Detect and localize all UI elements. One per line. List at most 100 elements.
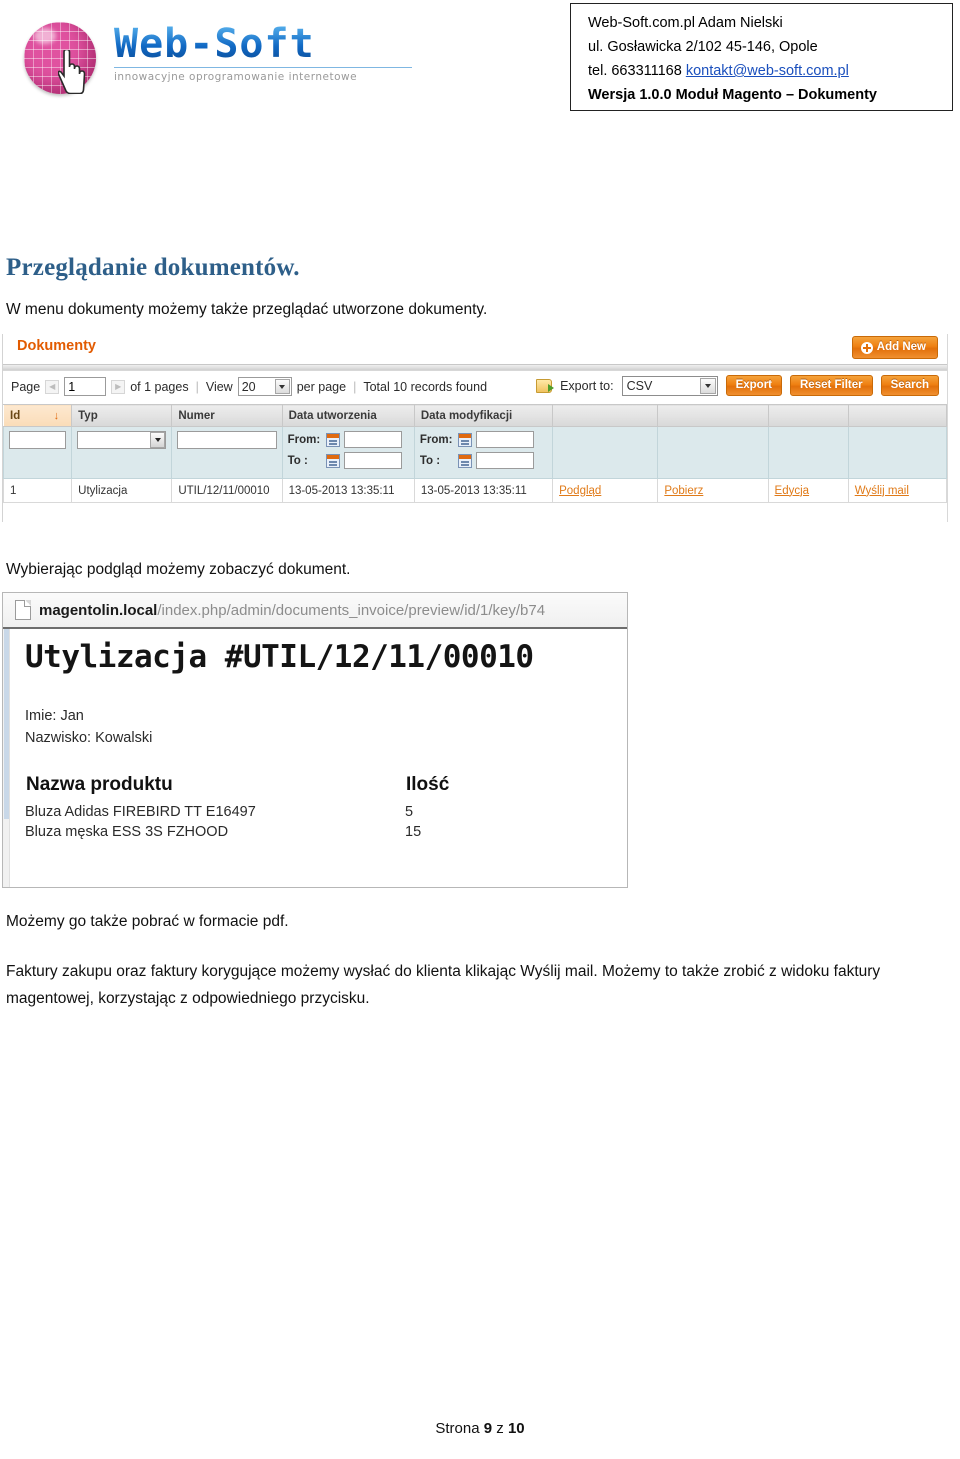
- link-edycja[interactable]: Edycja: [775, 485, 810, 497]
- column-header-data-utworzenia[interactable]: Data utworzenia: [281, 404, 415, 427]
- column-header-action-2: [657, 404, 769, 427]
- address-line-company: Web-Soft.com.pl Adam Nielski: [588, 15, 783, 31]
- export-to-label: Export to:: [560, 378, 614, 393]
- filter-cell-action-1: [552, 426, 659, 479]
- export-format-value: CSV: [626, 378, 653, 393]
- toolbar-divider-1: |: [195, 379, 199, 394]
- page-document-icon: [15, 600, 31, 620]
- filter-cell-data-utworzenia: From: To :: [281, 426, 415, 479]
- url-text[interactable]: magentolin.local/index.php/admin/documen…: [39, 602, 545, 619]
- phone-text: tel. 663311168: [588, 63, 686, 79]
- product-name: Bluza Adidas FIREBIRD TT E16497: [25, 804, 256, 820]
- preview-caption-paragraph: Wybierając podgląd możemy zobaczyć dokum…: [6, 561, 351, 578]
- add-new-button[interactable]: Add New: [851, 336, 938, 359]
- column-header-numer[interactable]: Numer: [171, 404, 283, 427]
- cell-action-edit: Edycja: [767, 478, 849, 503]
- logo-tagline: innowacyjne oprogramowanie internetowe: [114, 71, 358, 83]
- column-header-typ[interactable]: Typ: [71, 404, 173, 427]
- toolbar-divider-2: |: [353, 379, 357, 394]
- page-footer: Strona 9 z 10: [0, 1420, 960, 1437]
- filter-input-created-from[interactable]: [343, 431, 402, 448]
- footer-middle: z: [492, 1420, 508, 1437]
- link-podglad[interactable]: Podgląd: [559, 485, 601, 497]
- per-page-select[interactable]: 20: [237, 377, 292, 396]
- grid-filter-row: From: To : From: To:: [3, 426, 947, 479]
- preview-products-header-row: Nazwa produktu Ilość: [25, 773, 585, 802]
- filter-modified-to: To :: [420, 452, 547, 469]
- per-page-label: per page: [296, 379, 347, 394]
- filter-input-modified-to[interactable]: [475, 452, 534, 469]
- footer-total-pages: 10: [507, 1420, 525, 1437]
- filter-input-created-to[interactable]: [343, 452, 402, 469]
- per-page-value: 20: [241, 379, 256, 394]
- grid-separator: [3, 364, 947, 371]
- address-line-contact: tel. 663311168 kontakt@web-soft.com.pl: [588, 59, 952, 83]
- filter-cell-action-3: [767, 426, 849, 479]
- product-qty: 15: [405, 824, 422, 840]
- tail-paragraph: Faktury zakupu oraz faktury korygujące m…: [6, 963, 881, 1007]
- filter-input-modified-from[interactable]: [475, 431, 534, 448]
- page-number-input[interactable]: [64, 377, 107, 396]
- address-line-street: ul. Gosławicka 2/102 45-146, Opole: [588, 39, 818, 55]
- filter-input-id[interactable]: [9, 431, 67, 449]
- table-row[interactable]: 1 Utylizacja UTIL/12/11/00010 13-05-2013…: [3, 478, 947, 503]
- calendar-icon[interactable]: [457, 432, 472, 447]
- logo-divider: [114, 67, 412, 68]
- calendar-icon[interactable]: [325, 453, 340, 468]
- reset-filter-button[interactable]: Reset Filter: [790, 375, 873, 396]
- chevron-down-icon: [150, 432, 166, 448]
- preview-body: Utylizacja #UTIL/12/11/00010 Imie: Jan N…: [3, 629, 627, 887]
- logo-wordmark-text: Web-Soft: [114, 24, 414, 64]
- next-page-button[interactable]: ▶: [111, 379, 126, 394]
- page-title: Przeglądanie dokumentów.: [6, 254, 300, 281]
- document-preview-screenshot: magentolin.local/index.php/admin/documen…: [2, 592, 628, 888]
- calendar-icon[interactable]: [325, 432, 340, 447]
- prev-page-button[interactable]: ◀: [45, 379, 60, 394]
- preview-products-wrap: Nazwa produktu Ilość Bluza Adidas FIREBI…: [25, 773, 585, 842]
- filter-cell-typ: [71, 426, 173, 479]
- cell-numer: UTIL/12/11/00010: [171, 478, 283, 503]
- link-wyslij-mail[interactable]: Wyślij mail: [855, 485, 909, 497]
- cell-typ: Utylizacja: [71, 478, 173, 503]
- calendar-icon[interactable]: [457, 453, 472, 468]
- filter-cell-data-modyfikacji: From: To :: [413, 426, 554, 479]
- cell-data-modyfikacji: 13-05-2013 13:35:11: [413, 478, 554, 503]
- link-pobierz[interactable]: Pobierz: [664, 485, 703, 497]
- column-header-action-4: [847, 404, 947, 427]
- sort-arrow-icon: ↓: [53, 409, 60, 422]
- column-header-data-modyfikacji[interactable]: Data modyfikacji: [413, 404, 554, 427]
- address-line-version: Wersja 1.0.0 Moduł Magento – Dokumenty: [588, 87, 877, 103]
- url-host: magentolin.local: [39, 601, 158, 619]
- list-item: Bluza Adidas FIREBIRD TT E16497 5: [25, 802, 585, 822]
- cell-action-download: Pobierz: [657, 478, 769, 503]
- preview-scrollbar[interactable]: [3, 629, 10, 887]
- filter-select-typ[interactable]: [77, 431, 167, 449]
- filter-cell-action-2: [657, 426, 769, 479]
- filter-input-numer[interactable]: [177, 431, 277, 449]
- column-header-id[interactable]: Id ↓: [3, 404, 73, 427]
- search-button[interactable]: Search: [880, 375, 939, 396]
- logo-wordmark: Web-Soft innowacyjne oprogramowanie inte…: [114, 24, 414, 83]
- to-label: To :: [419, 454, 441, 467]
- preview-document-title: Utylizacja #UTIL/12/11/00010: [25, 639, 534, 675]
- chevron-down-icon: [699, 377, 716, 394]
- column-label-id: Id: [10, 409, 21, 422]
- column-header-action-3: [767, 404, 849, 427]
- export-format-select[interactable]: CSV: [621, 375, 718, 396]
- scrollbar-thumb[interactable]: [4, 629, 9, 819]
- email-link[interactable]: kontakt@web-soft.com.pl: [686, 63, 849, 79]
- export-button[interactable]: Export: [725, 375, 782, 396]
- cell-id: 1: [3, 478, 73, 503]
- document-header: Web-Soft innowacyjne oprogramowanie inte…: [0, 0, 960, 118]
- hand-cursor-icon: [58, 50, 88, 94]
- url-path: /index.php/admin/documents_invoice/previ…: [157, 601, 546, 619]
- list-item: Bluza męska ESS 3S FZHOOD 15: [25, 822, 585, 842]
- from-label: From:: [419, 433, 453, 446]
- field-imie: Imie: Jan: [25, 708, 84, 724]
- filter-cell-id: [3, 426, 73, 479]
- footer-prefix: Strona: [435, 1420, 484, 1437]
- browser-url-bar: magentolin.local/index.php/admin/documen…: [3, 593, 627, 629]
- company-address-box: Web-Soft.com.pl Adam Nielski ul. Gosławi…: [570, 3, 953, 111]
- field-nazwisko: Nazwisko: Kowalski: [25, 730, 153, 746]
- footer-page-number: 9: [483, 1420, 493, 1437]
